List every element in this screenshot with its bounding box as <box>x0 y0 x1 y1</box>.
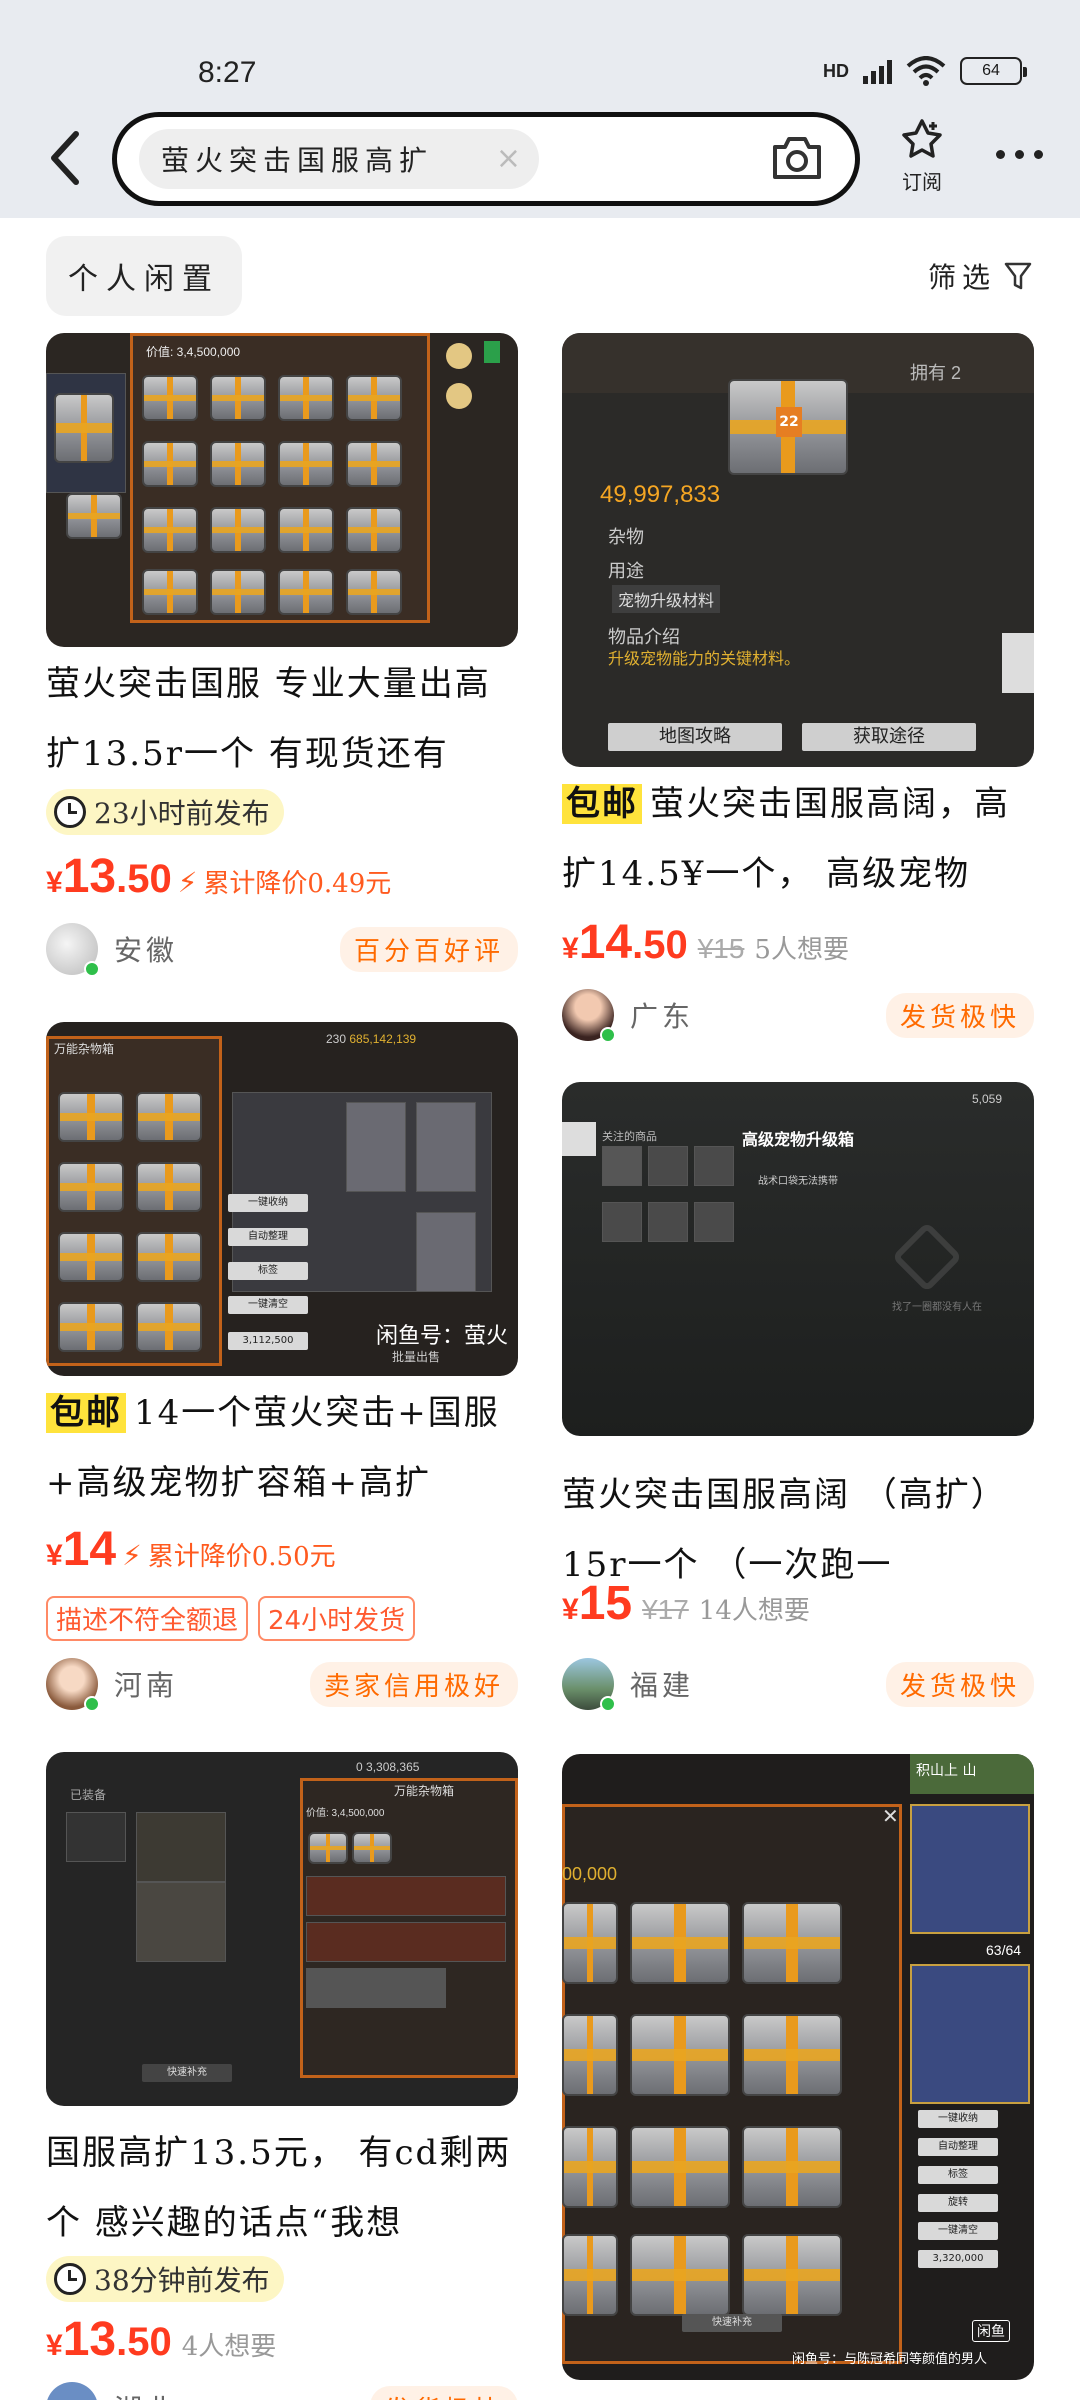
personal-idle-tag[interactable]: 个人闲置 <box>46 236 242 316</box>
lightning-icon: ⚡ <box>177 866 198 899</box>
seller-row[interactable]: 安徽 百分百好评 <box>46 923 518 977</box>
wants-count: 14人想要 <box>698 1596 810 1626</box>
listing-card[interactable]: 0 3,308,365 已装备 万能杂物箱 价值: 3,4,500,000 快速… <box>46 1752 518 2400</box>
listing-card[interactable]: 万能杂物箱 230 685,142,139 一键收纳 自动整理 标签 一键清空 … <box>46 1022 518 1712</box>
more-menu-icon[interactable] <box>996 150 1043 159</box>
owned-label: 拥有 2 <box>910 363 962 383</box>
service-badges: 描述不符全额退 24小时发货 <box>46 1596 416 1641</box>
clock-icon <box>54 2263 86 2295</box>
price-drop: 累计降价0.49元 <box>203 869 392 899</box>
value-label: 价值: 3,4,500,000 <box>146 345 241 359</box>
search-box[interactable]: 萤火突击国服高扩 × <box>112 112 860 206</box>
seller-location: 广东 <box>630 1000 695 1033</box>
avatar[interactable] <box>562 1658 616 1712</box>
online-indicator <box>84 961 100 977</box>
listing-image[interactable]: 00,000 ✕ 积山上 山 63/64 一键收纳 自动整理 标签 旋转 一键清… <box>562 1754 1034 2380</box>
seller-row[interactable]: 河南 卖家信用极好 <box>46 1658 518 1712</box>
avatar[interactable] <box>46 2382 98 2400</box>
listing-card[interactable]: 5,059 关注的商品 高级宠物升级箱 战术口袋无法携带 找了一圈都没有人在 萤… <box>562 1082 1034 1722</box>
online-indicator <box>84 1696 100 1712</box>
seller-location: 安徽 <box>114 934 179 967</box>
filter-button[interactable]: 筛选 <box>928 256 1032 296</box>
listing-card[interactable]: 拥有 2 22 49,997,833 杂物 用途 宠物升级材料 物品介绍 升级宠… <box>562 333 1034 1053</box>
price: ¥14 <box>46 1523 117 1576</box>
listing-image[interactable]: 5,059 关注的商品 高级宠物升级箱 战术口袋无法携带 找了一圈都没有人在 <box>562 1082 1034 1436</box>
wants-count: 4人想要 <box>181 2332 277 2362</box>
free-shipping-badge: 包邮 <box>46 1393 126 1433</box>
original-price: ¥17 <box>642 1594 689 1625</box>
listing-card[interactable]: 00,000 ✕ 积山上 山 63/64 一键收纳 自动整理 标签 旋转 一键清… <box>562 1754 1034 2380</box>
lightning-icon: ⚡ <box>122 1539 142 1572</box>
clock-icon <box>54 796 86 828</box>
value: 49,997,833 <box>600 481 721 508</box>
listing-title: 包邮 萤火突击国服高阔，高扩14.5¥一个， 高级宠物 <box>562 784 1010 894</box>
posted-time: 23小时前发布 <box>46 789 284 835</box>
listing-title: 萤火突击国服 专业大量出高扩13.5r一个 有现货还有 <box>46 664 491 774</box>
filter-label: 筛选 <box>928 261 997 294</box>
pin-icon <box>902 119 942 158</box>
wants-count: 5人想要 <box>754 935 849 965</box>
price: ¥14.50 <box>562 916 688 969</box>
price-row: ¥15 ¥17 14人想要 <box>562 1576 810 1631</box>
listing-card[interactable]: 价值: 3,4,500,000 萤火突击国服 专业大量出高扩13.5r一个 有现… <box>46 333 518 983</box>
top-bar: 8:27 HD 64 萤火突击国服高扩 × 订阅 <box>0 0 1080 218</box>
seller-row[interactable]: 湖北 发货极快 <box>46 2382 518 2400</box>
seller-row[interactable]: 福建 发货极快 <box>562 1658 1034 1712</box>
avatar[interactable] <box>46 1658 100 1712</box>
refund-badge: 描述不符全额退 <box>46 1596 249 1641</box>
back-button[interactable] <box>46 130 86 186</box>
seller-tag: 发货极快 <box>885 992 1034 1038</box>
price: ¥13.50 <box>46 850 172 903</box>
seller-tag: 发货极快 <box>369 2385 518 2400</box>
seller-location: 湖北 <box>114 2388 178 2400</box>
clear-icon[interactable]: × <box>496 141 521 176</box>
posted-time: 38分钟前发布 <box>46 2256 284 2302</box>
listing-title: 包邮 14一个萤火突击+国服+高级宠物扩容箱+高扩 <box>46 1393 500 1503</box>
price-row: ¥13.50 ⚡ 累计降价0.49元 <box>46 849 391 904</box>
online-indicator <box>600 1027 616 1043</box>
map-guide-button: 地图攻略 <box>608 723 782 751</box>
price-row: ¥13.50 4人想要 <box>46 2312 276 2367</box>
online-indicator <box>600 1696 616 1712</box>
battery-icon: 64 <box>960 57 1027 85</box>
original-price: ¥15 <box>697 933 745 964</box>
price-drop: 累计降价0.50元 <box>147 1542 336 1572</box>
price-row: ¥14 ⚡ 累计降价0.50元 <box>46 1522 336 1577</box>
seller-location: 福建 <box>630 1669 695 1702</box>
listing-image[interactable]: 0 3,308,365 已装备 万能杂物箱 价值: 3,4,500,000 快速… <box>46 1752 518 2106</box>
seller-tag: 百分百好评 <box>339 926 518 972</box>
seller-row[interactable]: 广东 发货极快 <box>562 989 1034 1043</box>
seller-tag: 发货极快 <box>885 1661 1034 1707</box>
subscribe-label: 订阅 <box>902 170 942 194</box>
ship-24h-badge: 24小时发货 <box>258 1596 416 1641</box>
listing-image[interactable]: 拥有 2 22 49,997,833 杂物 用途 宠物升级材料 物品介绍 升级宠… <box>562 333 1034 767</box>
free-shipping-badge: 包邮 <box>562 784 642 824</box>
brand-badge: 闲鱼 <box>972 2320 1010 2342</box>
obtain-button: 获取途径 <box>802 723 976 751</box>
filter-icon <box>1004 262 1032 290</box>
subscribe-button[interactable]: 订阅 <box>893 118 951 195</box>
listing-image[interactable]: 万能杂物箱 230 685,142,139 一键收纳 自动整理 标签 一键清空 … <box>46 1022 518 1376</box>
status-time: 8:27 <box>198 56 257 89</box>
search-query: 萤火突击国服高扩 <box>161 144 434 177</box>
price: ¥15 <box>562 1577 633 1630</box>
seller-tag: 卖家信用极好 <box>309 1661 518 1707</box>
listing-title: 国服高扩13.5元， 有cd剩两个 感兴趣的话点“我想 <box>46 2133 512 2243</box>
status-icons: HD 64 <box>823 56 1027 86</box>
signal-icon <box>863 58 892 84</box>
camera-icon[interactable] <box>769 133 825 183</box>
avatar[interactable] <box>46 923 100 977</box>
wifi-icon <box>906 56 946 86</box>
hd-indicator: HD <box>823 60 849 81</box>
avatar[interactable] <box>562 989 616 1043</box>
search-query-chip[interactable]: 萤火突击国服高扩 × <box>139 129 539 189</box>
price: ¥13.50 <box>46 2313 172 2366</box>
listing-image[interactable]: 价值: 3,4,500,000 <box>46 333 518 647</box>
price-row: ¥14.50 ¥15 5人想要 <box>562 915 849 970</box>
seller-location: 河南 <box>114 1669 179 1702</box>
